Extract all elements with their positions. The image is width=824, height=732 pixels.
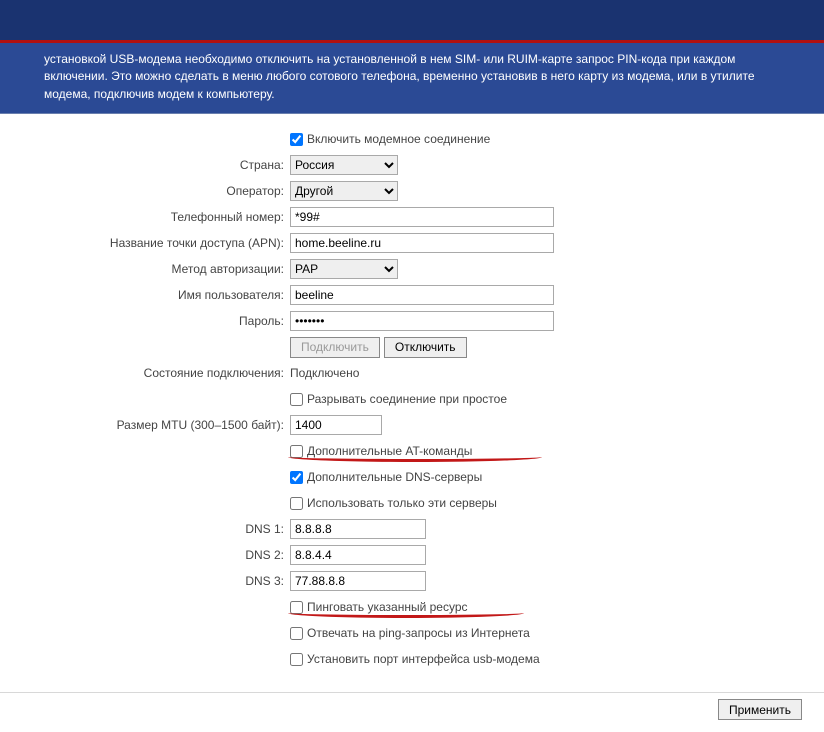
disconnect-button[interactable]: Отключить xyxy=(384,337,467,358)
dns2-input[interactable] xyxy=(290,545,426,565)
password-input[interactable] xyxy=(290,311,554,331)
apply-button[interactable]: Применить xyxy=(718,699,802,720)
country-select[interactable]: Россия xyxy=(290,155,398,175)
extra-dns-checkbox[interactable] xyxy=(290,471,303,484)
auth-label: Метод авторизации: xyxy=(22,262,290,276)
conn-state-value: Подключено xyxy=(290,366,359,380)
country-label: Страна: xyxy=(22,158,290,172)
dns3-label: DNS 3: xyxy=(22,574,290,588)
set-usb-port-label: Установить порт интерфейса usb-модема xyxy=(307,652,540,666)
auth-select[interactable]: PAP xyxy=(290,259,398,279)
phone-label: Телефонный номер: xyxy=(22,210,290,224)
enable-modem-checkbox[interactable] xyxy=(290,133,303,146)
username-label: Имя пользователя: xyxy=(22,288,290,302)
username-input[interactable] xyxy=(290,285,554,305)
idle-disconnect-label: Разрывать соединение при простое xyxy=(307,392,507,406)
at-commands-checkbox[interactable] xyxy=(290,445,303,458)
header-band xyxy=(0,0,824,43)
info-banner: установкой USB-модема необходимо отключи… xyxy=(0,43,824,114)
enable-modem-label: Включить модемное соединение xyxy=(307,132,490,146)
dns1-label: DNS 1: xyxy=(22,522,290,536)
answer-ping-label: Отвечать на ping-запросы из Интернета xyxy=(307,626,530,640)
operator-label: Оператор: xyxy=(22,184,290,198)
extra-dns-label: Дополнительные DNS-серверы xyxy=(307,470,482,484)
ping-resource-label: Пинговать указанный ресурс xyxy=(307,600,468,614)
conn-state-label: Состояние подключения: xyxy=(22,366,290,380)
apn-input[interactable] xyxy=(290,233,554,253)
dns1-input[interactable] xyxy=(290,519,426,539)
only-these-dns-checkbox[interactable] xyxy=(290,497,303,510)
answer-ping-checkbox[interactable] xyxy=(290,627,303,640)
connect-button[interactable]: Подключить xyxy=(290,337,380,358)
dns3-input[interactable] xyxy=(290,571,426,591)
ping-resource-checkbox[interactable] xyxy=(290,601,303,614)
operator-select[interactable]: Другой xyxy=(290,181,398,201)
modem-settings-form: Включить модемное соединение Страна: Рос… xyxy=(0,114,824,684)
only-these-dns-label: Использовать только эти серверы xyxy=(307,496,497,510)
set-usb-port-checkbox[interactable] xyxy=(290,653,303,666)
mtu-input[interactable] xyxy=(290,415,382,435)
highlight-underline-icon xyxy=(288,613,524,618)
password-label: Пароль: xyxy=(22,314,290,328)
dns2-label: DNS 2: xyxy=(22,548,290,562)
highlight-underline-icon xyxy=(288,457,542,462)
mtu-label: Размер MTU (300–1500 байт): xyxy=(22,418,290,432)
apn-label: Название точки доступа (APN): xyxy=(22,236,290,250)
idle-disconnect-checkbox[interactable] xyxy=(290,393,303,406)
at-commands-label: Дополнительные AT-команды xyxy=(307,444,472,458)
phone-input[interactable] xyxy=(290,207,554,227)
